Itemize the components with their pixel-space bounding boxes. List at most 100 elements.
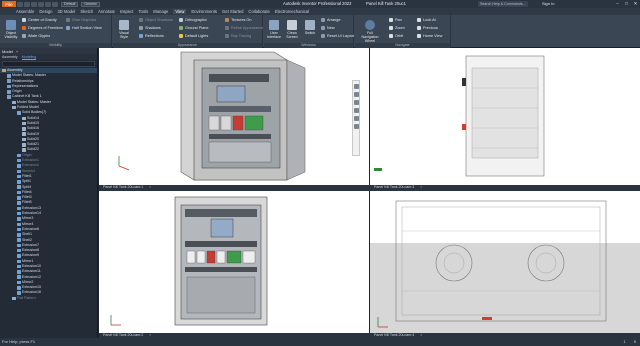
close-button[interactable]: ✕ xyxy=(633,1,638,6)
degrees-of-freedom-icon xyxy=(22,26,26,30)
material-combo[interactable]: Generic xyxy=(81,1,100,7)
new-window-button[interactable]: New xyxy=(321,26,335,30)
viewport-3[interactable] xyxy=(99,191,369,333)
tree-node-icon xyxy=(7,84,11,89)
home-icon[interactable] xyxy=(52,1,58,7)
tree-node[interactable]: Flat Pattern xyxy=(0,296,97,301)
ribbon-tab-sketch[interactable]: Sketch xyxy=(80,9,93,14)
close-tab-icon[interactable]: × xyxy=(420,185,422,189)
user-interface-icon xyxy=(269,20,279,30)
tree-node-icon xyxy=(22,148,26,152)
ribbon-tab-tools[interactable]: Tools xyxy=(138,9,148,14)
look-at-button[interactable]: Look At xyxy=(417,18,436,22)
tree-node-icon xyxy=(17,217,21,221)
switch-button[interactable]: Switch xyxy=(301,20,319,35)
title-bar: File Default Generic Autodesk Inventor P… xyxy=(0,0,640,8)
ribbon-tab-view[interactable]: View xyxy=(173,9,187,14)
orthographic-dropdown[interactable]: Orthographic xyxy=(179,18,207,22)
close-tab-icon[interactable]: × xyxy=(420,333,422,337)
home-view-button[interactable]: Home View xyxy=(417,34,442,38)
visual-style-icon xyxy=(119,20,129,30)
full-navigation-wheel-button[interactable]: Full Navigation Wheel xyxy=(359,20,381,43)
minimize-button[interactable]: – xyxy=(615,1,620,6)
pan-tool-icon[interactable] xyxy=(353,100,359,105)
viewport-tab-3[interactable]: Panel Kill Tank 20u.iam:3 × xyxy=(371,185,426,190)
lights-icon xyxy=(179,34,183,38)
textures-on-dropdown[interactable]: Textures On xyxy=(225,18,251,22)
ray-tracing-button[interactable]: Ray Tracing xyxy=(225,34,251,38)
object-shadows-toggle[interactable]: Object Shadows xyxy=(139,18,173,22)
clean-screen-button[interactable]: Clean Screen xyxy=(283,20,301,39)
viewport-tab-1[interactable]: Panel Kill Tank 20u.iam:1 × xyxy=(100,185,155,190)
browser-tab-assembly[interactable]: Assembly xyxy=(2,55,18,59)
open-icon[interactable] xyxy=(24,1,30,7)
look-at-tool-icon[interactable] xyxy=(353,124,359,129)
ribbon-tab-design[interactable]: Design xyxy=(39,9,52,14)
ribbon-tab-assemble[interactable]: Assemble xyxy=(16,9,34,14)
look-at-icon xyxy=(417,18,421,22)
ribbon-tab-electromechanical[interactable]: Electromechanical xyxy=(275,9,309,14)
default-lights-dropdown[interactable]: Default Lights xyxy=(179,34,208,38)
pan-button[interactable]: Pan xyxy=(389,18,402,22)
ribbon-tab-manage[interactable]: Manage xyxy=(153,9,168,14)
viewport-1[interactable] xyxy=(99,48,369,185)
viewport-4[interactable] xyxy=(370,191,640,333)
visibility-group: Object Visibility Center of Gravity Degr… xyxy=(0,15,112,48)
new-icon[interactable] xyxy=(17,1,23,7)
file-button[interactable]: File xyxy=(2,1,16,7)
tree-node-icon xyxy=(12,296,16,301)
tree-node-icon xyxy=(17,211,21,216)
redo-icon[interactable] xyxy=(45,1,51,7)
degrees-of-freedom-toggle[interactable]: Degrees of Freedom xyxy=(22,26,63,30)
object-visibility-button[interactable]: Object Visibility xyxy=(2,20,20,39)
browser-tab-modeling[interactable]: Modeling xyxy=(21,55,37,60)
orbit-icon xyxy=(389,34,393,38)
ground-plane-icon xyxy=(179,26,183,30)
user-interface-button[interactable]: User Interface xyxy=(265,20,283,39)
viewcube-icon[interactable] xyxy=(353,84,359,89)
windows-group: User Interface Clean Screen Switch Arran… xyxy=(264,15,354,48)
visual-style-button[interactable]: Visual Style xyxy=(115,20,133,39)
orbit-dropdown[interactable]: Orbit xyxy=(389,34,403,38)
sign-in-link[interactable]: Sign In xyxy=(542,1,554,6)
project-combo[interactable]: Default xyxy=(61,1,79,7)
center-of-gravity-toggle[interactable]: Center of Gravity xyxy=(22,18,57,22)
reflections-toggle[interactable]: Reflections xyxy=(139,34,164,38)
window-controls: – □ ✕ xyxy=(615,1,638,6)
ground-plane-toggle[interactable]: Ground Plane xyxy=(179,26,208,30)
maximize-button[interactable]: □ xyxy=(624,1,629,6)
arrange-button[interactable]: Arrange xyxy=(321,18,341,22)
ribbon-tab-annotate[interactable]: Annotate xyxy=(98,9,115,14)
status-count-1: 1 xyxy=(623,339,626,344)
ribbon-tabs: Assemble Design 3D Model Sketch Annotate Insp… xyxy=(0,8,640,15)
ribbon-tab-collaborate[interactable]: Collaborate xyxy=(248,9,269,14)
ribbon-tab-get-started[interactable]: Get Started xyxy=(222,9,243,14)
previous-icon xyxy=(417,26,421,30)
nav-wheel-icon[interactable] xyxy=(353,92,359,97)
ribbon-tab-environments[interactable]: Environments xyxy=(191,9,217,14)
orbit-tool-icon[interactable] xyxy=(353,116,359,121)
close-tab-icon[interactable]: × xyxy=(149,185,151,189)
ribbon-tab-inspect[interactable]: Inspect xyxy=(120,9,134,14)
viewport-splitter-horizontal[interactable] xyxy=(99,185,640,191)
viewport-2[interactable] xyxy=(370,48,640,185)
undo-icon[interactable] xyxy=(38,1,44,7)
half-section-view-button[interactable]: Half Section View xyxy=(66,26,102,30)
close-tab-icon[interactable]: × xyxy=(149,333,151,337)
shadows-toggle[interactable]: Shadows xyxy=(139,26,161,30)
add-browser-tab-icon[interactable]: + xyxy=(16,49,18,54)
tree-node-icon xyxy=(12,105,16,110)
refine-appearance-button[interactable]: Refine Appearance xyxy=(225,26,263,30)
browser-search-input[interactable] xyxy=(2,61,95,67)
save-icon[interactable] xyxy=(31,1,37,7)
zoom-dropdown[interactable]: Zoom xyxy=(389,26,405,30)
previous-view-button[interactable]: Previous xyxy=(417,26,438,30)
zoom-tool-icon[interactable] xyxy=(353,108,359,113)
imate-glyphs-icon xyxy=(22,34,26,38)
tree-node-icon xyxy=(17,275,21,279)
help-search-input[interactable]: Search Help & Commands... xyxy=(478,1,528,7)
ribbon-tab-3d-model[interactable]: 3D Model xyxy=(57,9,75,14)
reset-ui-layout-button[interactable]: Reset UI Layout xyxy=(321,34,354,38)
imate-glyphs-toggle[interactable]: iMate Glyphs xyxy=(22,34,50,38)
glue-graphics-toggle[interactable]: Glue Graphics xyxy=(66,18,96,22)
